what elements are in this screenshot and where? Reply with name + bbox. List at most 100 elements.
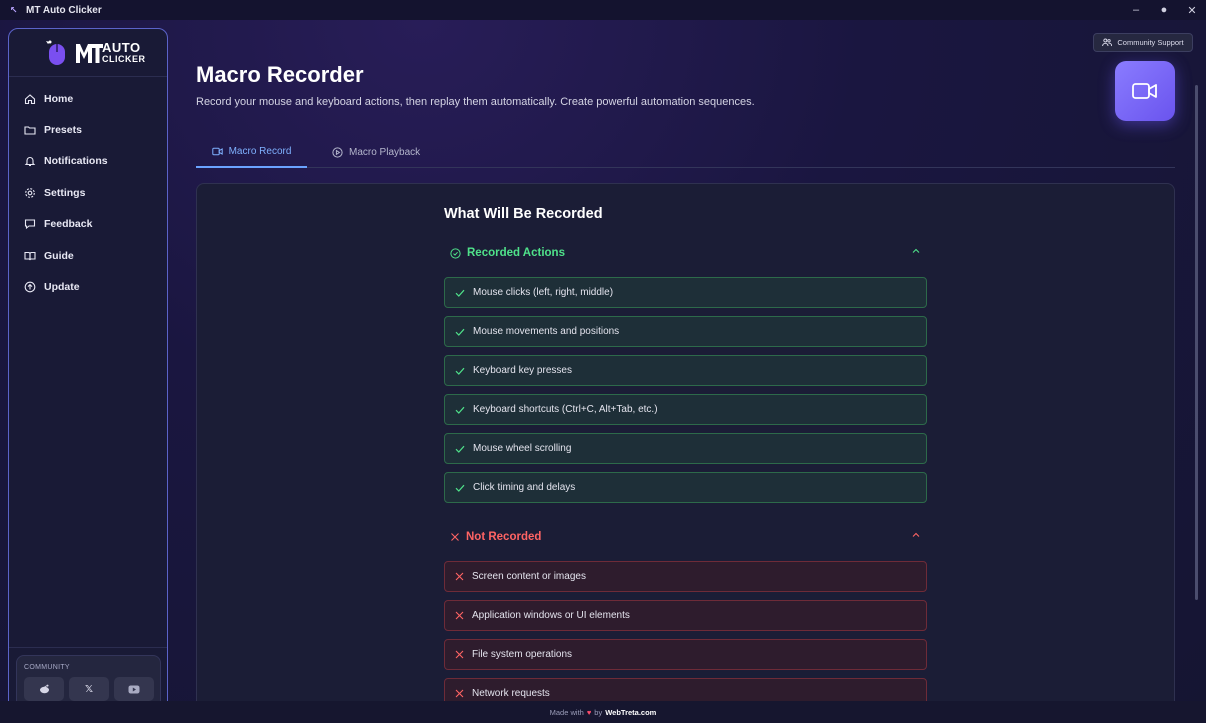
tab-label: Macro Record [228,146,292,157]
scrollbar[interactable] [1195,85,1198,600]
sidebar-nav: Home Presets Notifications Settings Feed… [9,83,167,303]
sidebar: AUTO CLICKER Home Presets Notifications [8,28,168,716]
footer-made-with: Made with [549,707,584,717]
book-icon [24,250,36,262]
community-title: COMMUNITY [24,664,70,671]
not-recorded-header[interactable]: Not Recorded [444,527,927,547]
sidebar-item-settings[interactable]: Settings [9,177,167,208]
play-circle-icon [332,146,343,158]
sidebar-item-label: Home [44,92,74,105]
footer: Made with ♥ by WebTreta.com [0,701,1206,723]
video-camera-icon [1132,83,1157,99]
check-icon [455,484,465,492]
chevron-up-icon[interactable] [911,530,921,540]
list-item-label: Network requests [472,688,550,699]
not-recorded-list: Screen content or images Application win… [444,561,927,717]
reddit-button[interactable] [24,677,64,701]
sidebar-item-label: Settings [44,186,86,199]
check-circle-icon [450,247,461,259]
list-item-label: Screen content or images [472,571,586,582]
check-icon [455,289,465,297]
x-mark-icon [455,611,464,620]
maximize-button[interactable]: ● [1150,0,1178,20]
logo-clicker-text: CLICKER [102,54,146,64]
check-icon [455,406,465,414]
tab-macro-record[interactable]: Macro Record [196,137,307,168]
bell-icon [24,155,36,167]
list-item-label: Mouse movements and positions [473,326,620,337]
home-icon [24,93,36,105]
list-item-label: Keyboard key presses [473,365,572,376]
sidebar-item-presets[interactable]: Presets [9,114,167,145]
check-icon [455,328,465,336]
page-subtitle: Record your mouse and keyboard actions, … [196,96,755,108]
footer-brand-link[interactable]: WebTreta.com [605,708,656,717]
x-mark-icon [455,689,464,698]
x-mark-icon [450,532,460,542]
video-icon [211,147,223,156]
hero-video-camera [1115,61,1175,121]
reddit-icon [39,684,49,694]
recorded-actions-header[interactable]: Recorded Actions [444,243,927,263]
sidebar-item-guide[interactable]: Guide [9,240,167,271]
footer-by: by [594,707,603,717]
list-item: Keyboard key presses [444,355,927,386]
page-title: Macro Recorder [196,62,364,87]
people-icon [1102,38,1113,47]
window-title: MT Auto Clicker [26,4,102,16]
list-item-label: Keyboard shortcuts (Ctrl+C, Alt+Tab, etc… [473,404,658,415]
tab-macro-playback[interactable]: Macro Playback [332,137,420,167]
close-button[interactable]: ✕ [1178,0,1206,20]
list-item: File system operations [444,639,927,670]
tab-label: Macro Playback [349,146,421,158]
check-icon [455,367,465,375]
sidebar-item-update[interactable]: Update [9,271,167,302]
sidebar-item-label: Feedback [44,218,93,231]
x-mark-icon [455,650,464,659]
gear-icon [24,187,36,199]
chevron-up-icon[interactable] [911,246,921,256]
list-item-label: Click timing and delays [473,482,576,493]
recorded-actions-list: Mouse clicks (left, right, middle) Mouse… [444,277,927,511]
logo-auto-text: AUTO [102,40,141,55]
community-support-label: Community Support [1117,38,1184,47]
tab-bar: Macro Record Macro Playback [196,137,1175,168]
sidebar-divider [9,647,167,648]
list-item: Application windows or UI elements [444,600,927,631]
x-button[interactable]: 𝕏 [69,677,109,701]
youtube-button[interactable] [114,677,154,701]
recorded-actions-title: Recorded Actions [467,247,565,259]
list-item: Mouse movements and positions [444,316,927,347]
sidebar-item-label: Guide [44,249,74,262]
list-item-label: Mouse wheel scrolling [473,443,572,454]
app-cursor-icon: ↖ [10,5,18,15]
not-recorded-title: Not Recorded [466,531,542,543]
window-controls: – ● ✕ [1122,0,1206,20]
folder-icon [24,124,36,136]
x-mark-icon [455,572,464,581]
list-item-label: File system operations [472,649,573,660]
title-bar: ↖ MT Auto Clicker – ● ✕ [0,0,1206,20]
sidebar-item-label: Presets [44,124,82,137]
list-item: Mouse clicks (left, right, middle) [444,277,927,308]
community-support-button[interactable]: Community Support [1093,33,1193,52]
list-item: Mouse wheel scrolling [444,433,927,464]
sidebar-item-label: Notifications [44,155,108,168]
logo: AUTO CLICKER [9,29,167,77]
section-title: What Will Be Recorded [444,206,603,222]
check-icon [455,445,465,453]
x-icon: 𝕏 [84,683,94,695]
list-item: Screen content or images [444,561,927,592]
list-item: Click timing and delays [444,472,927,503]
minimize-button[interactable]: – [1122,0,1150,20]
youtube-icon [128,685,140,693]
list-item-label: Mouse clicks (left, right, middle) [473,287,614,298]
arrow-up-circle-icon [24,281,36,293]
logo-mouse-icon [46,40,65,65]
sidebar-item-home[interactable]: Home [9,83,167,114]
sidebar-item-feedback[interactable]: Feedback [9,209,167,240]
logo-mt-letters [76,44,103,63]
heart-icon: ♥ [586,707,592,717]
sidebar-item-notifications[interactable]: Notifications [9,146,167,177]
sidebar-item-label: Update [44,281,80,294]
